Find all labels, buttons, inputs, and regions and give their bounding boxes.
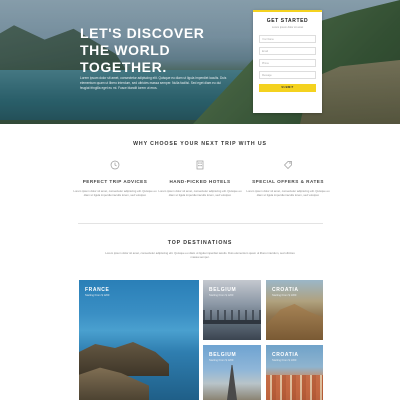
destination-tile-croatia[interactable]: CROATIA Starting From $ 1300 — [266, 280, 323, 340]
feature-text: Lorem ipsum dolor sit amet, consectetur … — [73, 189, 157, 198]
why-section-title: WHY CHOOSE YOUR NEXT TRIP WITH US — [133, 141, 267, 147]
hero-section: LET'S DISCOVER THE WORLD TOGETHER. Lorem… — [0, 0, 400, 124]
feature-hotels: HAND-PICKED HOTELS Lorem ipsum dolor sit… — [158, 160, 242, 197]
clock-icon — [110, 160, 120, 170]
destination-price: Starting From $ 1200 — [85, 294, 110, 297]
form-title: GET STARTED — [266, 18, 309, 24]
feature-special-offers: SPECIAL OFFERS & RATES Lorem ipsum dolor… — [246, 160, 330, 197]
destinations-title: TOP DESTINATIONS — [167, 240, 233, 246]
destinations-description: Lorem ipsum dolor sit amet, consectetur … — [105, 251, 295, 260]
hero-description: Lorem ipsum dolor sit amet, consectetur … — [80, 76, 227, 90]
hero-title-line: TOGETHER. — [80, 59, 167, 75]
destination-price: Starting From $ 1300 — [272, 359, 297, 362]
form-subtitle: Lorem ipsum dolor sit amet — [271, 26, 304, 29]
feature-trip-advices: PERFECT TRIP ADVICES Lorem ipsum dolor s… — [73, 160, 157, 197]
name-field[interactable]: Your Name — [259, 35, 316, 43]
destination-name: BELGIUM — [209, 287, 237, 293]
hero-title-line: LET'S DISCOVER — [80, 25, 205, 41]
destination-tile-belgium[interactable]: BELGIUM Starting From $ 1200 — [203, 280, 261, 340]
submit-button[interactable]: SUBMIT — [259, 84, 316, 92]
feature-text: Lorem ipsum dolor sit amet, consectetur … — [246, 189, 330, 198]
feature-text: Lorem ipsum dolor sit amet, consectetur … — [158, 189, 242, 198]
tag-icon — [284, 161, 292, 169]
destination-tile-croatia-2[interactable]: CROATIA Starting From $ 1300 — [266, 345, 323, 400]
feature-title: HAND-PICKED HOTELS — [169, 179, 231, 184]
destination-price: Starting From $ 1200 — [209, 294, 234, 297]
hero-title-line: THE WORLD — [80, 42, 171, 58]
feature-title: PERFECT TRIP ADVICES — [82, 179, 148, 184]
destination-price: Starting From $ 1200 — [209, 359, 234, 362]
section-divider — [78, 223, 323, 224]
destination-price: Starting From $ 1300 — [272, 294, 297, 297]
destination-name: CROATIA — [272, 287, 299, 293]
email-field[interactable]: Email — [259, 47, 316, 55]
get-started-form: GET STARTED Lorem ipsum dolor sit amet Y… — [253, 10, 322, 113]
hotel-icon — [196, 160, 204, 170]
message-field[interactable]: Message — [259, 71, 316, 79]
phone-field[interactable]: Phone — [259, 59, 316, 67]
destination-tile-france[interactable]: FRANCE Starting From $ 1200 — [79, 280, 199, 400]
destination-name: BELGIUM — [209, 352, 237, 358]
destination-tile-belgium-2[interactable]: BELGIUM Starting From $ 1200 — [203, 345, 261, 400]
destination-name: FRANCE — [85, 287, 110, 293]
feature-title: SPECIAL OFFERS & RATES — [252, 179, 324, 184]
hero-title: LET'S DISCOVER THE WORLD TOGETHER. — [80, 25, 250, 76]
destination-name: CROATIA — [272, 352, 299, 358]
